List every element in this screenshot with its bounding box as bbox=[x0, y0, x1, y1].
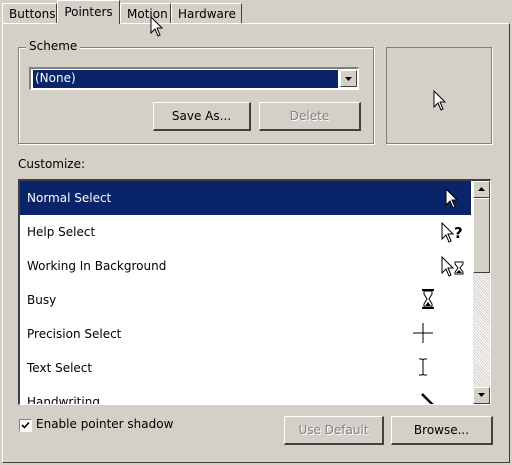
list-item-label: Handwriting bbox=[27, 395, 100, 405]
list-scrollbar[interactable] bbox=[473, 181, 490, 404]
tab-pointers-label: Pointers bbox=[64, 5, 113, 19]
scroll-up-button[interactable] bbox=[473, 181, 490, 198]
mouse-cursor-icon bbox=[150, 16, 164, 37]
arrow-pointer-icon bbox=[433, 90, 447, 111]
pointer-preview bbox=[386, 47, 492, 144]
scroll-thumb[interactable] bbox=[473, 198, 490, 273]
use-default-button[interactable]: Use Default bbox=[284, 416, 384, 445]
tab-buttons[interactable]: Buttons bbox=[2, 3, 57, 23]
pointer-shadow-label[interactable]: Enable pointer shadow bbox=[36, 417, 173, 431]
scheme-selected-value: (None) bbox=[33, 70, 338, 88]
list-item-help-select[interactable]: Help Select ? bbox=[20, 215, 471, 249]
pointer-list[interactable]: Normal Select Help Select ? Working In B… bbox=[18, 179, 491, 405]
ibeam-icon bbox=[419, 358, 427, 376]
list-item-busy[interactable]: Busy bbox=[20, 283, 471, 317]
list-item-text-select[interactable]: Text Select bbox=[20, 351, 471, 385]
scheme-dropdown-button[interactable] bbox=[340, 70, 357, 87]
list-item-label: Normal Select bbox=[27, 191, 112, 205]
arrow-pointer-icon bbox=[445, 188, 459, 209]
working-background-icon bbox=[441, 256, 464, 277]
browse-label: Browse... bbox=[413, 423, 470, 437]
list-item-label: Help Select bbox=[27, 225, 96, 239]
list-item-label: Working In Background bbox=[27, 259, 167, 273]
scroll-down-button[interactable] bbox=[473, 387, 490, 404]
save-as-button[interactable]: Save As... bbox=[153, 102, 251, 131]
svg-text:?: ? bbox=[454, 224, 463, 242]
help-pointer-icon: ? bbox=[441, 222, 463, 243]
hourglass-icon bbox=[422, 289, 434, 309]
scheme-legend: Scheme bbox=[26, 39, 81, 53]
browse-button[interactable]: Browse... bbox=[391, 416, 493, 445]
delete-label: Delete bbox=[289, 109, 330, 123]
list-item-handwriting[interactable]: Handwriting bbox=[20, 385, 471, 405]
tab-hardware[interactable]: Hardware bbox=[171, 3, 242, 23]
list-item-precision-select[interactable]: Precision Select bbox=[20, 317, 471, 351]
tab-pointers[interactable]: Pointers bbox=[57, 0, 120, 24]
list-item-label: Text Select bbox=[27, 361, 93, 375]
tab-buttons-label: Buttons bbox=[9, 7, 56, 21]
checkmark-icon bbox=[21, 421, 30, 429]
save-as-label: Save As... bbox=[171, 109, 232, 123]
pen-icon bbox=[421, 393, 434, 404]
customize-label: Customize: bbox=[18, 157, 86, 171]
chevron-down-icon bbox=[345, 77, 352, 81]
list-item-label: Precision Select bbox=[27, 327, 122, 341]
tab-hardware-label: Hardware bbox=[178, 7, 236, 21]
chevron-down-icon bbox=[478, 393, 485, 397]
list-item-normal-select[interactable]: Normal Select bbox=[20, 181, 471, 215]
delete-button[interactable]: Delete bbox=[259, 102, 361, 131]
crosshair-icon bbox=[413, 323, 433, 343]
list-item-working-in-background[interactable]: Working In Background bbox=[20, 249, 471, 283]
pointer-shadow-checkbox[interactable] bbox=[19, 419, 32, 432]
chevron-up-icon bbox=[478, 187, 485, 191]
use-default-label: Use Default bbox=[298, 423, 369, 437]
scheme-select[interactable]: (None) bbox=[29, 67, 359, 90]
list-item-label: Busy bbox=[27, 293, 57, 307]
